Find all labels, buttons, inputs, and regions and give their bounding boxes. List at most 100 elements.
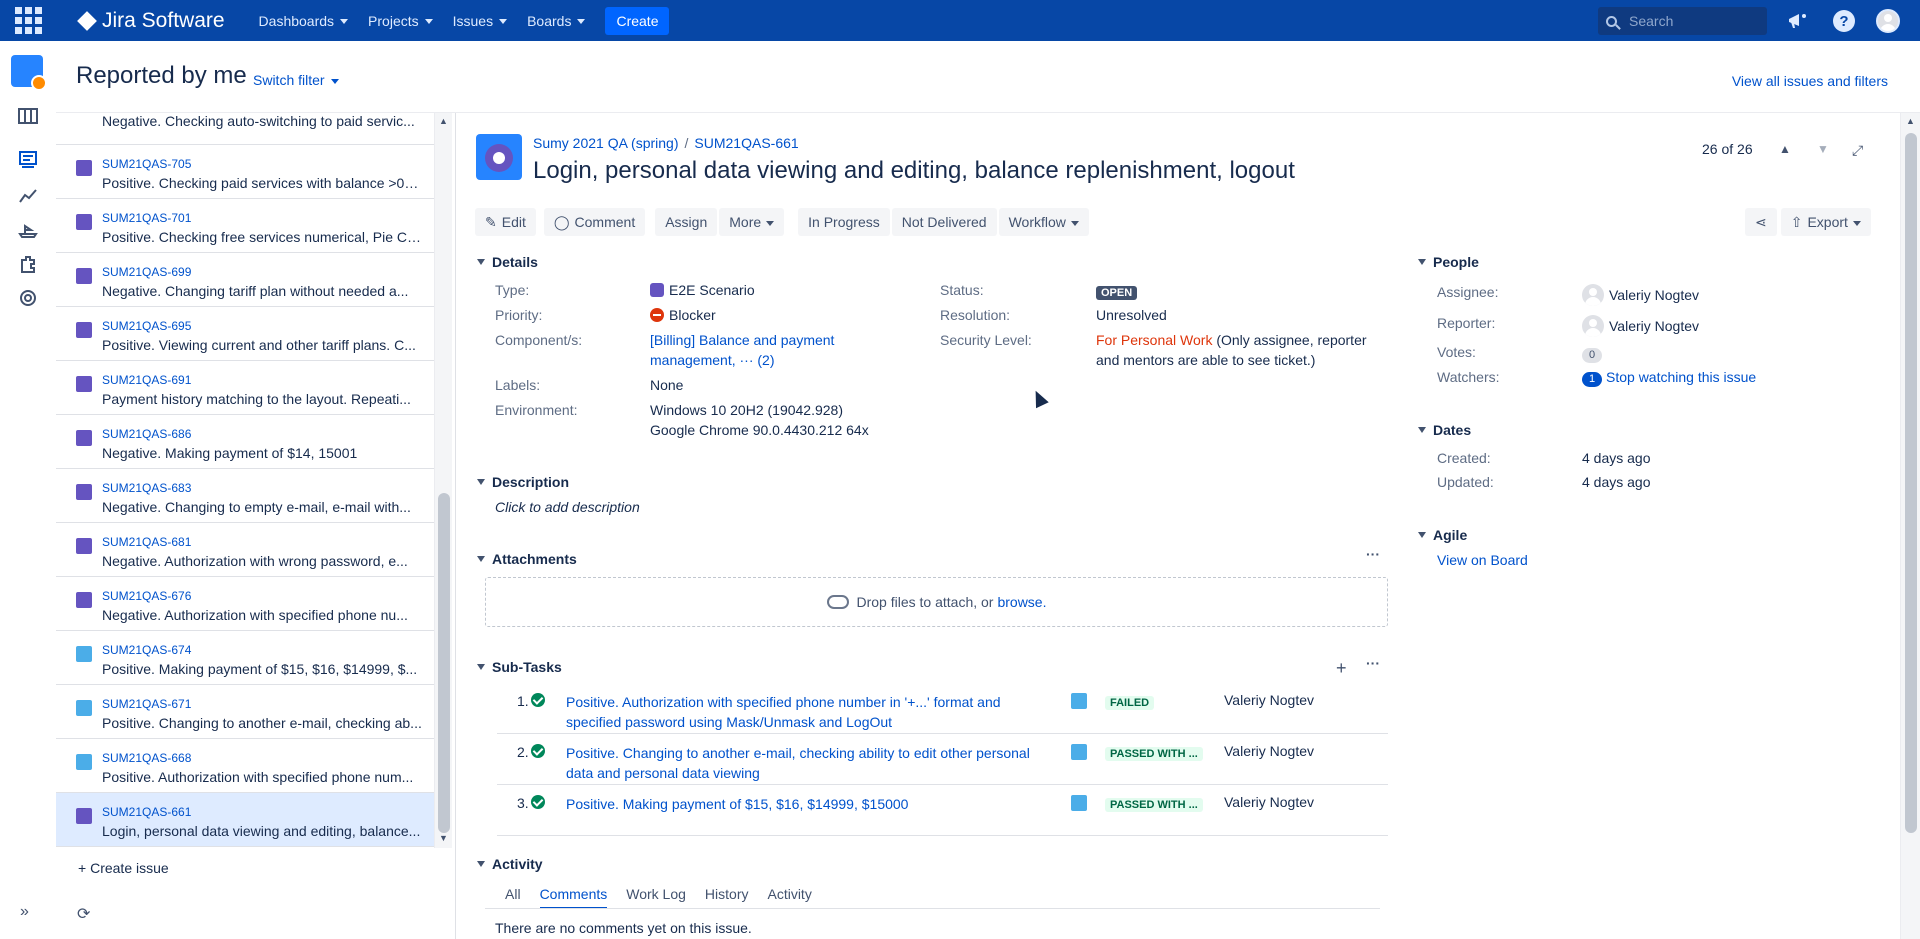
search-input[interactable]: Search [1598,7,1767,35]
scroll-up-icon[interactable]: ▲ [439,116,448,126]
nav-issues[interactable]: Issues [453,13,508,29]
next-issue-icon[interactable]: ▼ [1817,142,1829,156]
dates-toggle[interactable]: Dates [1418,422,1471,438]
list-item[interactable]: SUM21QAS-674 Positive. Making payment of … [56,631,434,685]
reporter-value[interactable]: Valeriy Nogtev [1582,315,1699,337]
issue-key[interactable]: SUM21QAS-676 [102,589,191,603]
agile-toggle[interactable]: Agile [1418,527,1467,543]
subtask-assignee[interactable]: Valeriy Nogtev [1224,794,1314,810]
issue-key[interactable]: SUM21QAS-674 [102,643,191,657]
browse-link[interactable]: browse. [997,594,1046,610]
help-icon[interactable]: ? [1832,9,1856,33]
tab-activity[interactable]: Activity [767,886,811,909]
list-item[interactable]: SUM21QAS-701 Positive. Checking free serv… [56,199,434,253]
subtask-title-line1[interactable]: Positive. Authorization with specified p… [566,692,1036,712]
view-all-issues-link[interactable]: View all issues and filters [1732,73,1888,89]
subtasks-toggle[interactable]: Sub-Tasks [477,659,562,675]
issue-key[interactable]: SUM21QAS-661 [102,805,191,819]
details-toggle[interactable]: Details [477,254,538,270]
create-button[interactable]: Create [605,6,670,35]
project-avatar[interactable] [11,55,47,91]
issue-list-scrollbar[interactable]: ▲ ▼ [434,113,452,848]
jira-logo[interactable]: Jira Software [77,9,225,33]
scrollbar-thumb[interactable] [1905,133,1917,833]
releases-icon[interactable] [18,220,38,240]
nav-dashboards[interactable]: Dashboards [259,13,349,29]
expand-issue-icon[interactable]: ⤢ [1852,142,1863,159]
notifications-icon[interactable] [1786,9,1810,33]
subtask-title-line1[interactable]: Positive. Making payment of $15, $16, $1… [566,794,1036,814]
tab-all[interactable]: All [505,886,521,909]
subtask-link[interactable]: Positive. Changing to another e-mail, ch… [566,743,1036,783]
settings-icon[interactable] [18,288,38,308]
description-toggle[interactable]: Description [477,474,569,490]
edit-button[interactable]: ✎ Edit [475,208,536,236]
nav-boards[interactable]: Boards [527,13,586,29]
issues-icon[interactable] [18,150,38,170]
attachments-toggle[interactable]: Attachments [477,551,577,567]
attachment-dropzone[interactable]: Drop files to attach, or browse. [485,577,1388,627]
subtask-title-line1[interactable]: Positive. Changing to another e-mail, ch… [566,743,1036,763]
list-item[interactable]: Negative. Checking auto-switching to pai… [56,113,434,145]
labels-value[interactable]: None [650,377,683,393]
stop-watching-link[interactable]: Stop watching this issue [1606,369,1756,385]
assignee-value[interactable]: Valeriy Nogtev [1582,284,1699,306]
issue-key[interactable]: SUM21QAS-668 [102,751,191,765]
description-field[interactable]: Click to add description [495,499,640,515]
add-ons-icon[interactable] [18,254,38,274]
scroll-up-icon[interactable]: ▲ [1906,116,1915,126]
switch-filter-button[interactable]: Switch filter [253,72,339,88]
list-item[interactable]: SUM21QAS-686 Negative. Making payment of … [56,415,434,469]
issue-key[interactable]: SUM21QAS-683 [102,481,191,495]
project-avatar-large[interactable] [476,134,522,180]
breadcrumb-project[interactable]: Sumy 2021 QA (spring) [533,135,679,151]
refresh-icon[interactable]: ⟳ [77,904,90,924]
subtask-assignee[interactable]: Valeriy Nogtev [1224,743,1314,759]
assign-button[interactable]: Assign [655,208,718,236]
people-toggle[interactable]: People [1418,254,1479,270]
list-item[interactable]: SUM21QAS-676 Negative. Authorization with… [56,577,434,631]
list-item[interactable]: SUM21QAS-681 Negative. Authorization with… [56,523,434,577]
previous-issue-icon[interactable]: ▲ [1779,142,1791,156]
breadcrumb-issue-key[interactable]: SUM21QAS-661 [694,135,798,151]
scroll-down-icon[interactable]: ▼ [439,833,448,843]
reports-icon[interactable] [18,186,38,206]
component-link-cont[interactable]: management, [650,352,736,368]
scrollbar-thumb[interactable] [438,493,450,833]
list-item[interactable]: SUM21QAS-699 Negative. Changing tariff pl… [56,253,434,307]
issue-key[interactable]: SUM21QAS-691 [102,373,191,387]
issue-key[interactable]: SUM21QAS-701 [102,211,191,225]
issue-key[interactable]: SUM21QAS-705 [102,157,191,171]
more-button[interactable]: More [719,208,785,236]
comment-button[interactable]: ◯ Comment [543,208,646,236]
nav-projects[interactable]: Projects [368,13,433,29]
share-button[interactable]: ⋖ [1745,208,1777,236]
create-issue-link[interactable]: + Create issue [78,860,169,876]
view-on-board-link[interactable]: View on Board [1437,552,1528,568]
issue-key[interactable]: SUM21QAS-695 [102,319,191,333]
environment-line2[interactable]: Google Chrome 90.0.4430.212 64x [650,422,869,438]
export-button[interactable]: ⇧ Export [1780,208,1871,236]
tab-work-log[interactable]: Work Log [626,886,686,909]
tab-history[interactable]: History [705,886,749,909]
tab-comments[interactable]: Comments [539,886,608,909]
not-delivered-button[interactable]: Not Delivered [891,208,997,236]
subtask-link[interactable]: Positive. Making payment of $15, $16, $1… [566,794,1036,814]
board-icon[interactable] [18,106,38,126]
issue-key[interactable]: SUM21QAS-671 [102,697,191,711]
component-link[interactable]: [Billing] Balance and payment [650,332,834,348]
issue-title[interactable]: Login, personal data viewing and editing… [533,157,1295,185]
user-avatar[interactable] [1876,9,1900,33]
panel-divider[interactable] [455,113,456,939]
votes-value[interactable]: 0 [1582,345,1602,363]
more-options-icon[interactable]: ··· [1366,655,1380,671]
environment-line1[interactable]: Windows 10 20H2 (19042.928) [650,402,843,418]
watchers-count[interactable]: 1 [1582,372,1602,387]
issue-key[interactable]: SUM21QAS-699 [102,265,191,279]
list-item[interactable]: SUM21QAS-695 Positive. Viewing current an… [56,307,434,361]
list-item[interactable]: SUM21QAS-683 Negative. Changing to empty … [56,469,434,523]
app-switcher-icon[interactable] [0,0,56,41]
subtask-title-line2[interactable]: specified password using Mask/Unmask and… [566,712,1036,732]
workflow-button[interactable]: Workflow [998,208,1089,236]
list-item[interactable]: SUM21QAS-668 Positive. Authorization with… [56,739,434,793]
